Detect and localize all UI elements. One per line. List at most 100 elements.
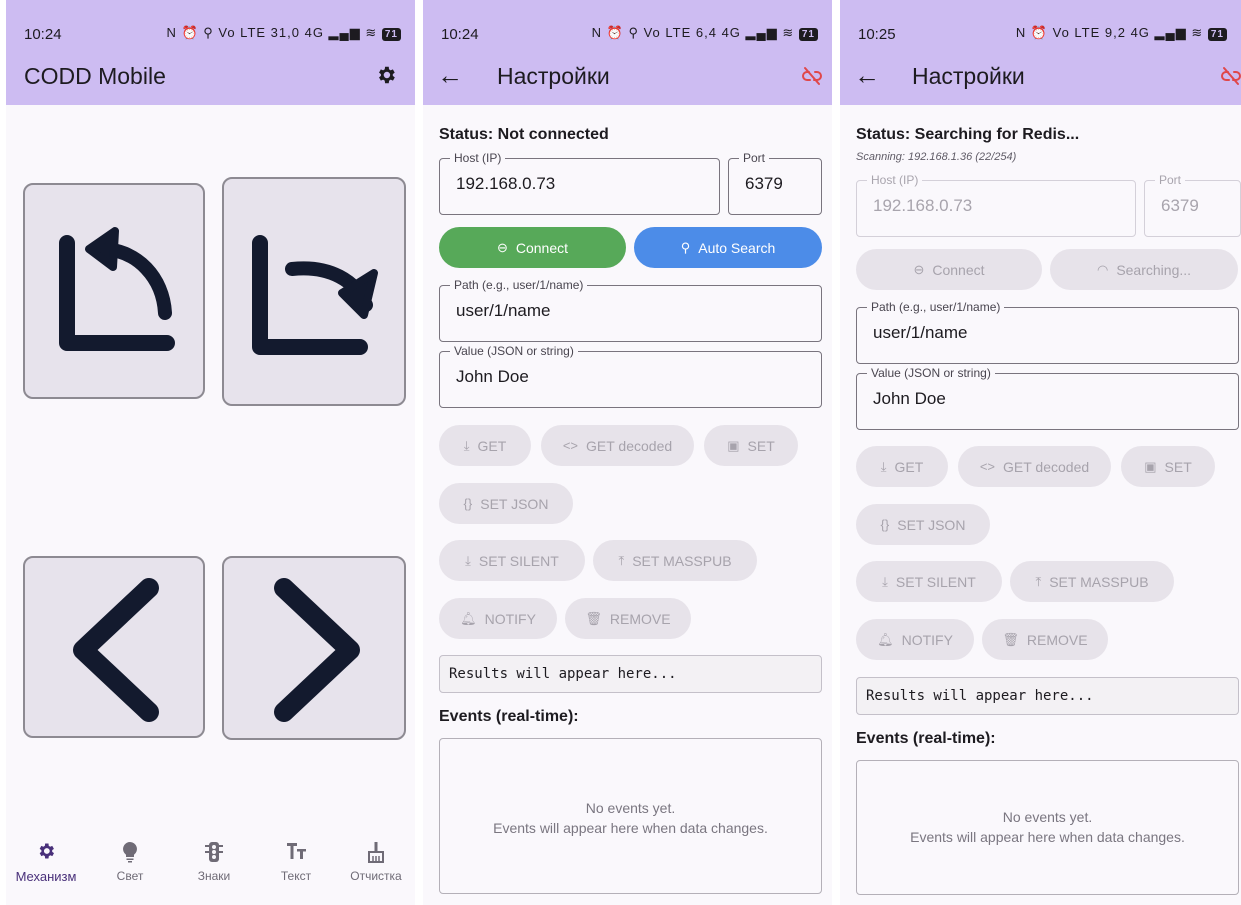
chevron-left-icon xyxy=(73,578,159,722)
trash-icon: 🗑︎ xyxy=(585,610,602,626)
page-title: Настройки xyxy=(912,63,1025,89)
get-button[interactable]: ⤓ GET xyxy=(856,446,948,487)
bell-icon: 🔔︎ xyxy=(877,631,894,647)
set-button[interactable]: ▣ SET xyxy=(1121,446,1215,487)
connection-status: Status: Not connected xyxy=(439,126,609,143)
get-decoded-button[interactable]: <> GET decoded xyxy=(541,425,694,466)
gear-icon xyxy=(6,841,86,865)
spinner-icon: ◠ xyxy=(1096,261,1109,277)
set-silent-button[interactable]: ⤓ SET SILENT xyxy=(856,561,1002,602)
get-button[interactable]: ⤓ GET xyxy=(439,425,531,466)
battery-icon: 71 xyxy=(381,28,401,41)
status-icons: N ⏰ ⚲ Vo LTE 31,0 4G ▂▄▆ ≋ 71 xyxy=(166,25,401,41)
port-label: Port xyxy=(1155,173,1186,187)
download-tray-icon: ⤓ xyxy=(465,552,471,568)
download-icon: ⤓ xyxy=(880,458,887,474)
events-empty-line2: Events will appear here when data change… xyxy=(493,820,768,836)
value-field[interactable]: Value (JSON or string) John Doe xyxy=(856,366,1239,430)
bottom-nav: Механизм Свет Знаки Текст Отчистка xyxy=(6,835,415,905)
chevron-right-button[interactable] xyxy=(222,556,406,740)
nav-label: Текст xyxy=(280,869,312,883)
status-icons-text: N ⏰ Vo LTE 9,2 4G ▂▄▆ ≋ xyxy=(1015,25,1204,40)
app-bar: ← Настройки xyxy=(840,52,1241,105)
status-icons: N ⏰ ⚲ Vo LTE 6,4 4G ▂▄▆ ≋ 71 xyxy=(592,25,818,41)
status-bar: 10:24 N ⏰ ⚲ Vo LTE 31,0 4G ▂▄▆ ≋ 71 xyxy=(6,0,415,52)
rotate-left-button[interactable] xyxy=(23,183,205,399)
status-time: 10:24 xyxy=(24,26,62,43)
status-time: 10:24 xyxy=(441,26,479,43)
set-masspub-button[interactable]: ⤒ SET MASSPUB xyxy=(593,540,757,581)
remove-button[interactable]: 🗑︎ REMOVE xyxy=(982,619,1108,660)
set-json-button[interactable]: {} SET JSON xyxy=(439,483,573,524)
braces-icon: {} xyxy=(463,496,473,511)
app-bar: ← Настройки xyxy=(423,52,832,105)
link-icon: ⊖ xyxy=(496,239,508,255)
nav-item-signs[interactable]: Знаки xyxy=(174,835,254,883)
auto-search-label: Auto Search xyxy=(698,239,776,256)
status-bar: 10:25 N ⏰ Vo LTE 9,2 4G ▂▄▆ ≋ 71 xyxy=(840,0,1241,52)
port-field[interactable]: Port 6379 xyxy=(728,151,822,215)
battery-icon: 71 xyxy=(798,28,818,41)
notify-button[interactable]: 🔔︎ NOTIFY xyxy=(439,598,557,639)
gear-icon[interactable] xyxy=(375,64,397,91)
code-icon: <> xyxy=(562,438,579,453)
set-button[interactable]: ▣ SET xyxy=(704,425,798,466)
connect-button[interactable]: ⊖ Connect xyxy=(439,227,626,268)
get-decoded-label: GET decoded xyxy=(1003,458,1090,475)
publish-icon: ⤒ xyxy=(1035,573,1042,589)
connection-status: Status: Searching for Redis... xyxy=(856,126,1080,143)
set-json-label: SET JSON xyxy=(480,495,549,512)
port-label: Port xyxy=(739,151,770,165)
path-label: Path (e.g., user/1/name) xyxy=(867,300,1005,314)
back-arrow-icon[interactable]: ← xyxy=(437,60,463,91)
nav-item-text[interactable]: Текст xyxy=(256,835,336,883)
nav-item-mechanism[interactable]: Механизм xyxy=(6,835,86,884)
set-masspub-button[interactable]: ⤒ SET MASSPUB xyxy=(1010,561,1174,602)
back-arrow-icon[interactable]: ← xyxy=(854,60,880,91)
set-json-label: SET JSON xyxy=(897,516,966,533)
save-icon: ▣ xyxy=(1144,458,1157,474)
notify-label: NOTIFY xyxy=(901,631,953,648)
value-label: Value (JSON or string) xyxy=(867,366,995,380)
notify-label: NOTIFY xyxy=(484,610,536,627)
path-field[interactable]: Path (e.g., user/1/name) user/1/name xyxy=(439,278,822,342)
value-value: John Doe xyxy=(873,389,946,408)
download-tray-icon: ⤓ xyxy=(882,573,888,589)
port-field: Port 6379 xyxy=(1144,173,1241,237)
scanning-progress: Scanning: 192.168.1.36 (22/254) xyxy=(856,151,1017,163)
status-icons-text: N ⏰ ⚲ Vo LTE 31,0 4G ▂▄▆ ≋ xyxy=(166,25,378,40)
chevron-left-button[interactable] xyxy=(23,556,205,738)
code-icon: <> xyxy=(979,459,996,474)
host-value: 192.168.0.73 xyxy=(456,174,556,193)
notify-button[interactable]: 🔔︎ NOTIFY xyxy=(856,619,974,660)
path-field[interactable]: Path (e.g., user/1/name) user/1/name xyxy=(856,300,1239,364)
host-field[interactable]: Host (IP) 192.168.0.73 xyxy=(439,151,720,215)
status-bar: 10:24 N ⏰ ⚲ Vo LTE 6,4 4G ▂▄▆ ≋ 71 xyxy=(423,0,832,52)
link-icon: ⊖ xyxy=(913,261,925,277)
value-label: Value (JSON or string) xyxy=(450,344,578,358)
status-icons-text: N ⏰ ⚲ Vo LTE 6,4 4G ▂▄▆ ≋ xyxy=(591,25,795,40)
searching-label: Searching... xyxy=(1116,261,1192,278)
value-field[interactable]: Value (JSON or string) John Doe xyxy=(439,344,822,408)
events-title: Events (real-time): xyxy=(856,730,996,747)
settings-screen-searching: 10:25 N ⏰ Vo LTE 9,2 4G ▂▄▆ ≋ 71 ← Настр… xyxy=(840,0,1241,905)
status-icons: N ⏰ Vo LTE 9,2 4G ▂▄▆ ≋ 71 xyxy=(1016,25,1227,41)
connect-button: ⊖ Connect xyxy=(856,249,1042,290)
nav-label: Механизм xyxy=(15,869,77,884)
get-label: GET xyxy=(894,458,924,475)
page-title: Настройки xyxy=(497,63,610,89)
nav-item-light[interactable]: Свет xyxy=(90,835,170,883)
nav-item-clean[interactable]: Отчистка xyxy=(336,835,415,883)
rotate-right-button[interactable] xyxy=(222,177,406,406)
set-json-button[interactable]: {} SET JSON xyxy=(856,504,990,545)
nav-label: Свет xyxy=(116,869,144,883)
remove-button[interactable]: 🗑︎ REMOVE xyxy=(565,598,691,639)
app-bar: CODD Mobile xyxy=(6,52,415,105)
set-silent-button[interactable]: ⤓ SET SILENT xyxy=(439,540,585,581)
events-empty-line2: Events will appear here when data change… xyxy=(910,829,1185,845)
traffic-light-icon xyxy=(174,841,254,865)
path-label: Path (e.g., user/1/name) xyxy=(450,278,588,292)
auto-search-button[interactable]: ⚲ Auto Search xyxy=(634,227,822,268)
get-decoded-button[interactable]: <> GET decoded xyxy=(958,446,1111,487)
save-icon: ▣ xyxy=(727,437,740,453)
